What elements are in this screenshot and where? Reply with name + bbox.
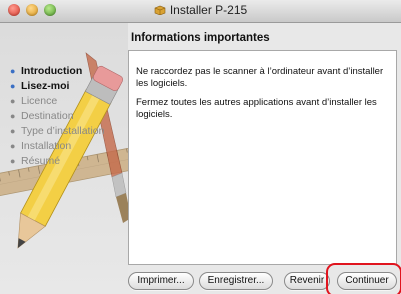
sidebar: ● Introduction ● Lisez-moi ● Licence ● Desti… (0, 23, 128, 294)
step-label: Introduction (21, 65, 83, 77)
back-button[interactable]: Revenir (284, 272, 330, 290)
continue-highlight-annotation (326, 263, 401, 294)
readme-paragraph-1: Ne raccordez pas le scanner à l’ordinate… (136, 66, 384, 89)
installer-window: Installer P-215 ● Introduction ● Lisez-m… (0, 0, 401, 294)
step-bullet-icon: ● (10, 96, 16, 106)
step-bullet-icon: ● (10, 81, 16, 91)
step-label: Installation (21, 140, 72, 152)
readme-paragraph-2: Fermez toutes les autres applications av… (136, 97, 377, 120)
step-resume: ● Résumé (10, 155, 104, 170)
step-bullet-icon: ● (10, 156, 16, 166)
step-type-installation: ● Type d’installation (10, 125, 104, 140)
package-icon (154, 5, 166, 15)
step-lisez-moi[interactable]: ● Lisez-moi (10, 80, 104, 95)
step-label: Lisez-moi (21, 80, 70, 92)
step-licence: ● Licence (10, 95, 104, 110)
print-button[interactable]: Imprimer... (128, 272, 194, 290)
save-button[interactable]: Enregistrer... (199, 272, 273, 290)
page-title: Informations importantes (131, 32, 270, 44)
step-label: Licence (21, 95, 58, 107)
step-destination: ● Destination (10, 110, 104, 125)
step-introduction[interactable]: ● Introduction (10, 65, 104, 80)
step-label: Résumé (21, 155, 61, 167)
title-bar[interactable]: Installer P-215 (0, 0, 401, 23)
step-bullet-icon: ● (10, 111, 16, 121)
step-installation: ● Installation (10, 140, 104, 155)
step-bullet-icon: ● (10, 126, 16, 136)
readme-content-pane[interactable]: Ne raccordez pas le scanner à l’ordinate… (128, 50, 397, 265)
step-label: Type d’installation (21, 125, 105, 137)
window-title: Installer P-215 (169, 3, 248, 17)
step-bullet-icon: ● (10, 141, 16, 151)
step-label: Destination (21, 110, 74, 122)
step-list: ● Introduction ● Lisez-moi ● Licence ● Desti… (10, 65, 104, 170)
step-bullet-icon: ● (10, 66, 16, 76)
